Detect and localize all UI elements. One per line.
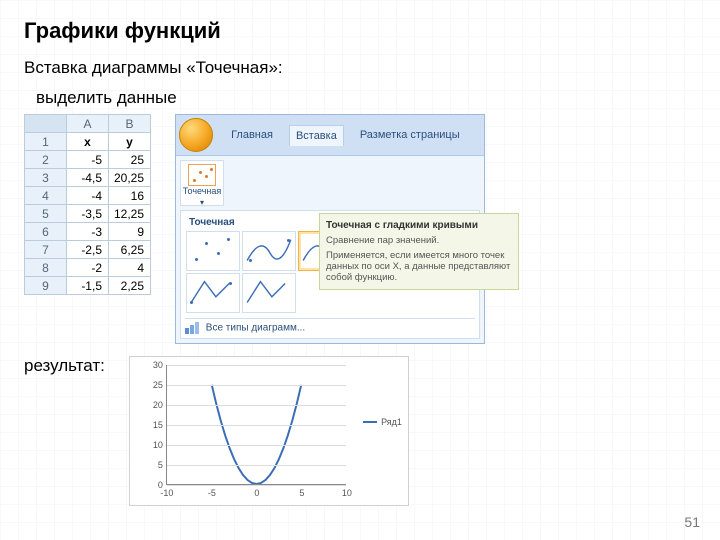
cell[interactable]: 6,25	[109, 241, 151, 259]
row-header[interactable]: 3	[25, 169, 67, 187]
scatter-markers-thumb[interactable]	[186, 231, 240, 271]
table-corner[interactable]	[25, 115, 67, 133]
chart-icon	[185, 322, 199, 334]
row-header[interactable]: 2	[25, 151, 67, 169]
col-header-b[interactable]: B	[109, 115, 151, 133]
cell[interactable]: -1,5	[67, 277, 109, 295]
cell[interactable]: 16	[109, 187, 151, 205]
tab-home[interactable]: Главная	[225, 125, 279, 146]
row-header[interactable]: 6	[25, 223, 67, 241]
cell[interactable]: y	[109, 133, 151, 151]
cell[interactable]: 2,25	[109, 277, 151, 295]
chart-legend: Ряд1	[363, 417, 402, 427]
page-number: 51	[684, 514, 700, 530]
row-header[interactable]: 8	[25, 259, 67, 277]
scatter-icon	[188, 164, 216, 186]
cell[interactable]: -3,5	[67, 205, 109, 223]
cell[interactable]: 25	[109, 151, 151, 169]
scatter-chart-button[interactable]: Точечная ▾	[180, 160, 224, 206]
row-header[interactable]: 9	[25, 277, 67, 295]
chevron-down-icon: ▾	[200, 198, 204, 207]
cell[interactable]: -5	[67, 151, 109, 169]
legend-swatch	[363, 421, 377, 423]
office-orb-icon[interactable]	[179, 118, 213, 152]
cell[interactable]: 12,25	[109, 205, 151, 223]
cell[interactable]: -4,5	[67, 169, 109, 187]
all-chart-types[interactable]: Все типы диаграмм...	[185, 318, 475, 334]
cell[interactable]: -2	[67, 259, 109, 277]
cell[interactable]: 4	[109, 259, 151, 277]
cell[interactable]: -4	[67, 187, 109, 205]
tab-insert[interactable]: Вставка	[289, 125, 344, 146]
chart-tooltip: Точечная с гладкими кривыми Сравнение па…	[319, 213, 519, 290]
instruction-select: выделить данные	[36, 88, 696, 108]
scatter-smooth-markers-thumb[interactable]	[242, 231, 296, 271]
cell[interactable]: 20,25	[109, 169, 151, 187]
row-header[interactable]: 5	[25, 205, 67, 223]
cell[interactable]: -2,5	[67, 241, 109, 259]
row-header[interactable]: 4	[25, 187, 67, 205]
result-chart[interactable]: 051015202530-10-50510 Ряд1	[129, 356, 409, 506]
tab-layout[interactable]: Разметка страницы	[354, 125, 466, 146]
page-title: Графики функций	[24, 18, 696, 44]
scatter-gallery: Точечная	[180, 210, 480, 339]
row-header[interactable]: 1	[25, 133, 67, 151]
cell[interactable]: -3	[67, 223, 109, 241]
data-table[interactable]: A B 1 x y 2 -5 25 3 -4,5 20,25 4 -4 16 5…	[24, 114, 151, 295]
row-header[interactable]: 7	[25, 241, 67, 259]
legend-label: Ряд1	[381, 417, 402, 427]
scatter-lines-markers-thumb[interactable]	[186, 273, 240, 313]
ribbon: Главная Вставка Разметка страницы Точечн…	[175, 114, 485, 344]
scatter-lines-thumb[interactable]	[242, 273, 296, 313]
instruction-insert: Вставка диаграммы «Точечная»:	[24, 58, 696, 78]
cell[interactable]: x	[67, 133, 109, 151]
cell[interactable]: 9	[109, 223, 151, 241]
result-label: результат:	[24, 356, 105, 376]
col-header-a[interactable]: A	[67, 115, 109, 133]
